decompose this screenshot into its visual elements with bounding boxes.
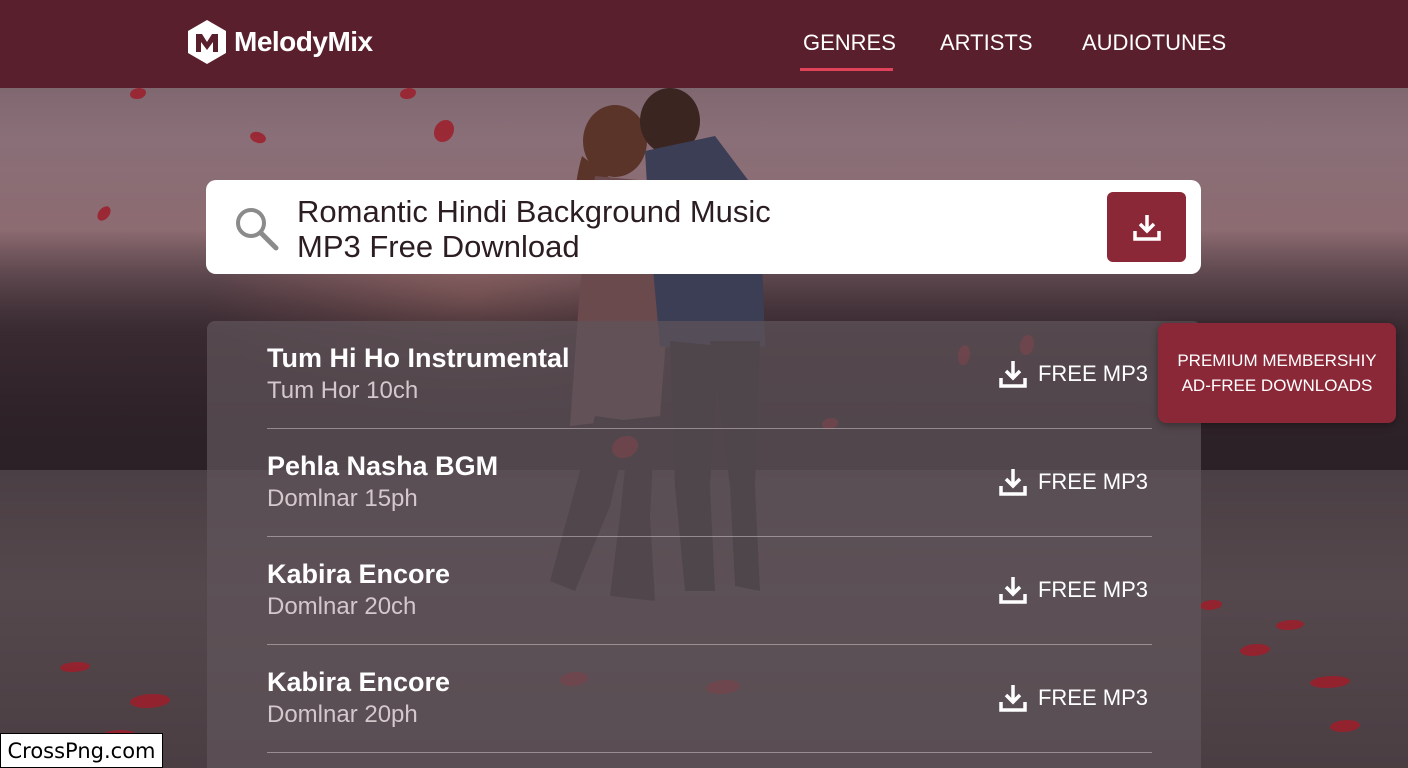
petal <box>434 120 454 142</box>
free-mp3-label: FREE MP3 <box>1037 361 1148 386</box>
track-subtitle: Tum Hor 10ch <box>267 377 419 404</box>
track-row[interactable]: Kabira Encore Domlnar 20ph FREE MP3 <box>267 645 1152 753</box>
track-list: Tum Hi Ho Instrumental Tum Hor 10ch FREE… <box>207 321 1201 768</box>
premium-membership-button[interactable]: PREMIUM MEMBERSHIY AD-FREE DOWNLOADS <box>1158 323 1396 423</box>
premium-line2: AD-FREE DOWNLOADS <box>1181 376 1373 395</box>
premium-line1: PREMIUM MEMBERSHIY <box>1177 351 1377 370</box>
search-query-line1: Romantic Hindi Background Music <box>297 194 771 229</box>
watermark: CrossPng.com <box>0 733 163 768</box>
free-mp3-label: FREE MP3 <box>1037 685 1148 710</box>
search-bar[interactable]: Romantic Hindi Background Music MP3 Free… <box>206 180 1201 274</box>
free-mp3-button[interactable]: FREE MP3 <box>998 683 1148 713</box>
top-header: MelodyMix GENRES ARTISTS AUDIOTUNES <box>0 0 1408 88</box>
free-mp3-button[interactable]: FREE MP3 <box>998 467 1148 497</box>
logo-icon <box>188 20 226 64</box>
track-title: Kabira Encore <box>267 667 451 697</box>
brand-name: MelodyMix <box>234 26 373 57</box>
download-icon <box>999 577 1027 604</box>
petal <box>94 204 114 223</box>
track-subtitle: Domlnar 15ph <box>267 485 418 512</box>
track-subtitle: Domlnar 20ch <box>267 593 417 620</box>
nav-artists[interactable]: ARTISTS <box>940 30 1033 56</box>
track-row[interactable]: Tum Hi Ho Instrumental Tum Hor 10ch FREE… <box>267 321 1152 429</box>
petal <box>400 88 416 99</box>
download-icon <box>999 361 1027 388</box>
active-nav-indicator <box>800 68 893 71</box>
free-mp3-button[interactable]: FREE MP3 <box>998 575 1148 605</box>
download-icon <box>999 469 1027 496</box>
track-title: Tum Hi Ho Instrumental <box>267 343 570 373</box>
download-icon <box>999 685 1027 712</box>
nav-genres[interactable]: GENRES <box>803 30 896 56</box>
petal <box>130 88 146 99</box>
search-icon <box>236 208 279 251</box>
petal <box>248 128 268 147</box>
nav-audiotunes[interactable]: AUDIOTUNES <box>1082 30 1226 56</box>
search-query[interactable]: Romantic Hindi Background Music MP3 Free… <box>297 194 1077 264</box>
search-query-line2: MP3 Free Download <box>297 229 580 264</box>
free-mp3-label: FREE MP3 <box>1037 577 1148 602</box>
track-title: Pehla Nasha BGM <box>267 451 499 481</box>
free-mp3-label: FREE MP3 <box>1037 469 1148 494</box>
brand-logo[interactable]: MelodyMix <box>186 18 373 66</box>
free-mp3-button[interactable]: FREE MP3 <box>998 359 1148 389</box>
track-title: Kabira Encore <box>267 559 451 589</box>
track-row[interactable]: Kabira Encore Domlnar 20ch FREE MP3 <box>267 537 1152 645</box>
track-row[interactable]: Pehla Nasha BGM Domlnar 15ph FREE MP3 <box>267 429 1152 537</box>
search-download-button[interactable] <box>1107 192 1186 262</box>
download-icon <box>1132 215 1161 241</box>
track-subtitle: Domlnar 20ph <box>267 701 418 728</box>
